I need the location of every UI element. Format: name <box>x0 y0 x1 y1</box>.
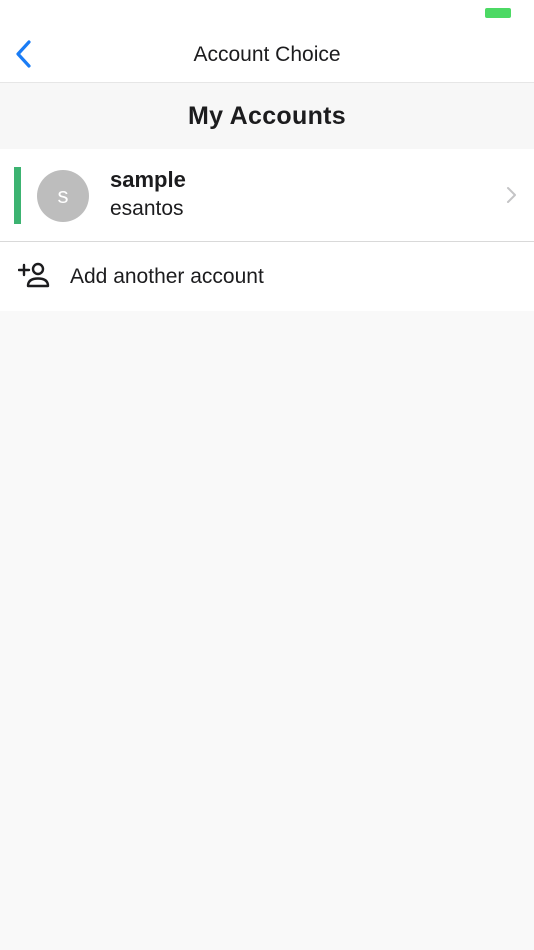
page-title: Account Choice <box>193 43 341 66</box>
avatar: s <box>37 170 89 222</box>
add-another-account-button[interactable]: Add another account <box>0 242 534 311</box>
navigation-bar: Account Choice <box>0 30 534 83</box>
section-header-my-accounts: My Accounts <box>0 83 534 149</box>
add-account-label: Add another account <box>70 265 264 288</box>
back-button[interactable] <box>4 34 44 74</box>
account-name: sample <box>110 167 186 192</box>
status-bar <box>0 0 534 30</box>
active-account-indicator <box>14 167 21 224</box>
person-add-icon <box>18 262 50 288</box>
account-username: esantos <box>110 197 184 220</box>
chevron-right-icon <box>507 187 516 203</box>
battery-icon <box>485 8 511 18</box>
account-row[interactable]: s sample esantos <box>0 149 534 242</box>
chevron-left-icon <box>16 40 31 68</box>
